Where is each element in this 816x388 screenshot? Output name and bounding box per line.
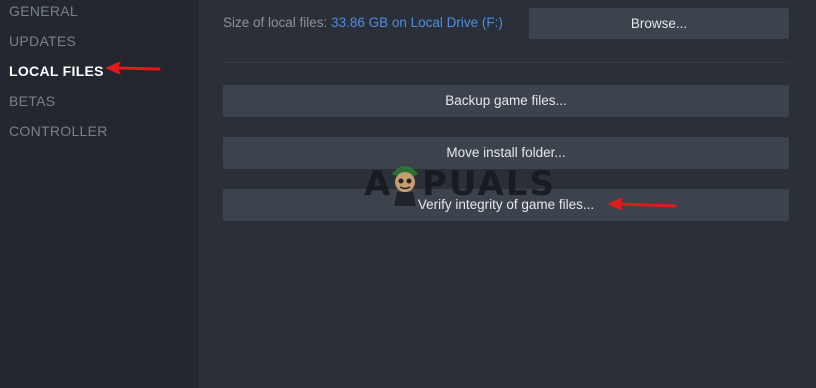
browse-button[interactable]: Browse...: [529, 8, 789, 39]
sidebar-item-local-files[interactable]: LOCAL FILES: [9, 63, 104, 79]
annotation-arrow-icon: [105, 61, 161, 75]
size-label: Size of local files:: [223, 15, 328, 30]
annotation-arrow-icon: [607, 197, 677, 211]
move-install-folder-button[interactable]: Move install folder...: [223, 137, 789, 169]
sidebar-item-betas[interactable]: BETAS: [9, 93, 55, 109]
steam-properties-window: { "sidebar": { "items": [ {"label": "GEN…: [0, 0, 816, 388]
local-files-panel: Size of local files: 33.86 GB on Local D…: [199, 0, 816, 388]
sidebar-item-updates[interactable]: UPDATES: [9, 33, 76, 49]
local-files-size-row: Size of local files: 33.86 GB on Local D…: [223, 15, 503, 30]
sidebar: GENERAL UPDATES LOCAL FILES BETAS CONTRO…: [0, 0, 199, 388]
sidebar-item-general[interactable]: GENERAL: [9, 3, 78, 19]
sidebar-item-controller[interactable]: CONTROLLER: [9, 123, 108, 139]
divider: [223, 62, 789, 63]
backup-game-files-button[interactable]: Backup game files...: [223, 85, 789, 117]
verify-integrity-button[interactable]: Verify integrity of game files...: [223, 189, 789, 221]
size-value: 33.86 GB on Local Drive (F:): [331, 15, 503, 30]
